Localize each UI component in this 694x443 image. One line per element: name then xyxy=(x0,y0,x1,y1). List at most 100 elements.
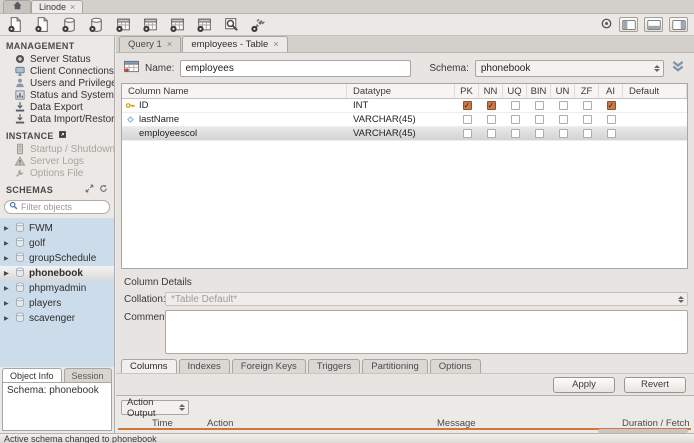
tab-columns[interactable]: Columns xyxy=(121,359,177,373)
sidebar-item-data-export[interactable]: Data Export xyxy=(0,101,114,113)
create-function-icon[interactable] xyxy=(195,16,213,34)
new-query-icon[interactable] xyxy=(6,16,24,34)
column-row-employeescol[interactable]: employeescol VARCHAR(45) ✓ ✓ ✓ ✓ ✓ ✓ ✓ xyxy=(122,127,687,141)
checkbox-uq[interactable]: ✓ xyxy=(510,129,520,138)
checkbox-ai[interactable]: ✓ xyxy=(606,129,616,138)
expand-arrow-icon[interactable]: ▶ xyxy=(4,270,11,277)
expand-arrow-icon[interactable]: ▶ xyxy=(4,285,11,292)
output-header-time[interactable]: Time xyxy=(148,418,203,429)
header-column-name[interactable]: Column Name xyxy=(122,84,347,98)
schema-item-golf[interactable]: ▶ golf xyxy=(0,236,114,251)
sidebar-item-server-status[interactable]: Server Status xyxy=(0,53,114,65)
create-view-icon[interactable] xyxy=(141,16,159,34)
instance-actions-icon[interactable] xyxy=(58,130,67,141)
sidebar-item-startup-shutdown[interactable]: Startup / Shutdown xyxy=(0,143,114,155)
schema-filter-box[interactable] xyxy=(4,200,110,214)
checkbox-bin[interactable]: ✓ xyxy=(534,115,544,124)
header-flag-bin[interactable]: BIN xyxy=(527,84,551,98)
filter-objects-input[interactable] xyxy=(21,202,101,212)
checkbox-zf[interactable]: ✓ xyxy=(582,115,592,124)
create-schema-icon[interactable] xyxy=(60,16,78,34)
checkbox-un[interactable]: ✓ xyxy=(558,101,568,110)
revert-button[interactable]: Revert xyxy=(624,376,686,393)
checkbox-ai[interactable]: ✓ xyxy=(606,115,616,124)
checkbox-nn[interactable]: ✓ xyxy=(486,115,496,124)
create-table-icon[interactable] xyxy=(114,16,132,34)
tab-indexes[interactable]: Indexes xyxy=(178,359,230,373)
sidebar-item-client-connections[interactable]: Client Connections xyxy=(0,65,114,77)
checkbox-ai[interactable]: ✓ xyxy=(606,101,616,110)
checkbox-bin[interactable]: ✓ xyxy=(534,129,544,138)
tab-options[interactable]: Options xyxy=(429,359,481,373)
expand-arrow-icon[interactable]: ▶ xyxy=(4,240,11,247)
expand-arrow-icon[interactable]: ▶ xyxy=(4,255,11,262)
sidebar-item-data-import-restore[interactable]: Data Import/Restore xyxy=(0,113,114,125)
sidebar-item-status-and-system-variables[interactable]: Status and System Variables xyxy=(0,89,114,101)
checkbox-bin[interactable]: ✓ xyxy=(534,101,544,110)
tab-foreign-keys[interactable]: Foreign Keys xyxy=(231,359,306,373)
search-table-data-icon[interactable] xyxy=(222,16,240,34)
checkbox-zf[interactable]: ✓ xyxy=(582,101,592,110)
panel-right-toggle-icon[interactable] xyxy=(669,17,688,32)
expand-arrow-icon[interactable]: ▶ xyxy=(4,315,11,322)
schema-item-players[interactable]: ▶ players xyxy=(0,296,114,311)
checkbox-nn[interactable]: ✓ xyxy=(486,129,496,138)
output-header-message[interactable]: Message xyxy=(433,418,618,429)
schema-item-scavenger[interactable]: ▶ scavenger xyxy=(0,311,114,326)
checkbox-zf[interactable]: ✓ xyxy=(582,129,592,138)
expand-arrow-icon[interactable]: ▶ xyxy=(4,225,11,232)
collation-dropdown[interactable]: *Table Default* xyxy=(165,292,688,306)
table-name-input[interactable] xyxy=(180,59,412,77)
close-icon[interactable]: × xyxy=(273,39,279,50)
sidebar-item-server-logs[interactable]: Server Logs xyxy=(0,155,114,167)
collapse-header-chevron-icon[interactable] xyxy=(670,60,686,76)
reconnect-database-icon[interactable] xyxy=(249,16,267,34)
checkbox-pk[interactable]: ✓ xyxy=(462,129,472,138)
output-header-action[interactable]: Action xyxy=(203,418,433,429)
tab-triggers[interactable]: Triggers xyxy=(307,359,361,373)
create-procedure-icon[interactable] xyxy=(168,16,186,34)
checkbox-uq[interactable]: ✓ xyxy=(510,115,520,124)
home-tab[interactable] xyxy=(3,0,31,13)
header-flag-pk[interactable]: PK xyxy=(455,84,479,98)
header-datatype[interactable]: Datatype xyxy=(347,84,455,98)
header-default[interactable]: Default xyxy=(623,84,687,98)
apply-button[interactable]: Apply xyxy=(553,376,615,393)
tab-partitioning[interactable]: Partitioning xyxy=(362,359,428,373)
schema-item-fwm[interactable]: ▶ FWM xyxy=(0,221,114,236)
panel-bottom-toggle-icon[interactable] xyxy=(644,17,663,32)
expand-arrow-icon[interactable]: ▶ xyxy=(4,300,11,307)
tab-session[interactable]: Session xyxy=(63,368,112,382)
expand-schemas-icon[interactable] xyxy=(85,184,94,195)
schema-dropdown[interactable]: phonebook xyxy=(474,59,664,77)
header-flag-ai[interactable]: AI xyxy=(599,84,623,98)
header-flag-nn[interactable]: NN xyxy=(479,84,503,98)
header-flag-un[interactable]: UN xyxy=(551,84,575,98)
checkbox-nn[interactable]: ✓ xyxy=(486,101,496,110)
output-selector-dropdown[interactable]: Action Output xyxy=(121,397,189,419)
editor-tab-employees-table[interactable]: employees - Table × xyxy=(182,36,288,52)
connection-tab[interactable]: Linode × xyxy=(31,0,84,13)
checkbox-pk[interactable]: ✓ xyxy=(462,101,472,110)
checkbox-un[interactable]: ✓ xyxy=(558,129,568,138)
close-icon[interactable]: × xyxy=(167,39,173,50)
schema-item-groupschedule[interactable]: ▶ groupSchedule xyxy=(0,251,114,266)
column-row-lastname[interactable]: lastName VARCHAR(45) ✓ ✓ ✓ ✓ ✓ ✓ ✓ xyxy=(122,113,687,127)
schema-item-phpmyadmin[interactable]: ▶ phpmyadmin xyxy=(0,281,114,296)
checkbox-un[interactable]: ✓ xyxy=(558,115,568,124)
comment-textarea[interactable] xyxy=(165,310,688,354)
checkbox-pk[interactable]: ✓ xyxy=(462,115,472,124)
editor-tab-query-1[interactable]: Query 1 × xyxy=(119,36,182,52)
refresh-schemas-icon[interactable] xyxy=(99,184,108,195)
tab-object-info[interactable]: Object Info xyxy=(2,368,62,382)
schema-item-phonebook[interactable]: ▶ phonebook xyxy=(0,266,114,281)
close-icon[interactable]: × xyxy=(70,2,75,12)
status-icon[interactable] xyxy=(600,17,613,33)
checkbox-uq[interactable]: ✓ xyxy=(510,101,520,110)
header-flag-uq[interactable]: UQ xyxy=(503,84,527,98)
panel-left-toggle-icon[interactable] xyxy=(619,17,638,32)
output-header-duration-fetch[interactable]: Duration / Fetch xyxy=(618,418,691,429)
header-flag-zf[interactable]: ZF xyxy=(575,84,599,98)
sidebar-item-options-file[interactable]: Options File xyxy=(0,167,114,179)
sidebar-item-users-and-privileges[interactable]: Users and Privileges xyxy=(0,77,114,89)
